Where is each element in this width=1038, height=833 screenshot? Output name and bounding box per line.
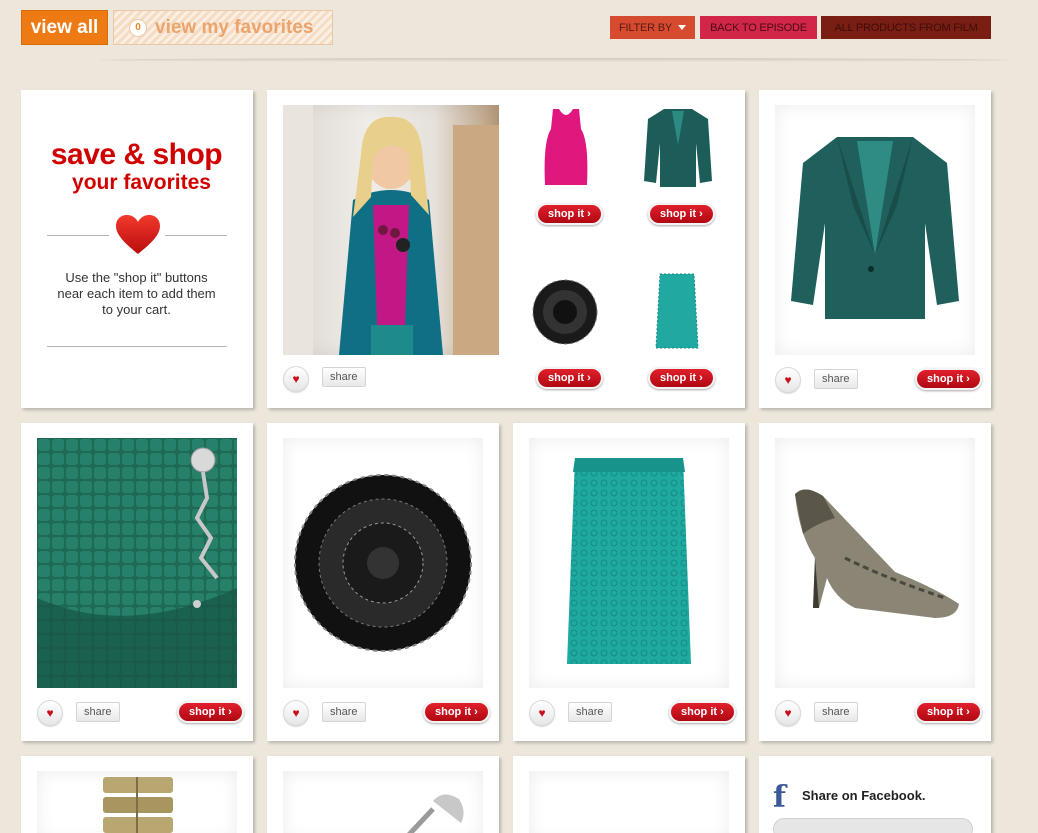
share-button[interactable]: share <box>76 702 120 722</box>
chevron-down-icon <box>678 25 686 30</box>
shop-it-button[interactable]: shop it › <box>536 203 603 225</box>
woman-outfit-image <box>283 105 499 355</box>
intro-subtitle: your favorites <box>72 171 211 194</box>
look-card: ♥ share shop it › shop it › shop it › sh… <box>267 90 745 408</box>
silver-lamp-image <box>407 794 464 833</box>
heart-icon <box>116 215 160 254</box>
gold-watch-image <box>103 777 173 833</box>
top-nav: view all 0 view my favorites FILTER BY B… <box>0 0 1038 64</box>
product-photo[interactable] <box>529 438 729 688</box>
shop-it-button[interactable]: shop it › <box>648 203 715 225</box>
facebook-share-label[interactable]: Share on Facebook. <box>802 788 926 803</box>
product-card <box>267 756 499 833</box>
view-all-button[interactable]: view all <box>21 10 108 45</box>
teal-blazer-thumb[interactable] <box>642 105 714 189</box>
shop-it-button[interactable]: shop it › <box>536 367 603 389</box>
shop-it-button[interactable]: shop it › <box>423 701 490 723</box>
black-flower-brooch-thumb[interactable] <box>529 277 601 347</box>
teal-lace-skirt-thumb[interactable] <box>652 272 702 352</box>
favorite-button[interactable]: ♥ <box>283 700 309 726</box>
filter-by-dropdown[interactable]: FILTER BY <box>610 16 695 39</box>
product-card: ♥ share shop it › <box>513 423 745 741</box>
green-croc-bag-image <box>37 438 237 688</box>
favorite-button[interactable]: ♥ <box>775 367 801 393</box>
divider-right <box>165 235 227 236</box>
product-card: ♥ share shop it › <box>21 423 253 741</box>
product-photo[interactable] <box>37 438 237 688</box>
product-photo[interactable] <box>37 771 237 833</box>
product-card <box>21 756 253 833</box>
heart-icon: ♥ <box>46 706 54 720</box>
black-flower-brooch-image <box>294 474 472 652</box>
favorite-button[interactable]: ♥ <box>283 366 309 392</box>
back-to-episode-button[interactable]: BACK TO EPISODE <box>700 16 817 39</box>
filter-by-label: FILTER BY <box>618 21 672 34</box>
product-photo[interactable] <box>529 771 729 833</box>
teal-lace-skirt-image <box>567 458 691 664</box>
product-photo[interactable] <box>283 771 483 833</box>
heart-icon: ♥ <box>292 372 300 386</box>
product-card: ♥ share shop it › <box>759 90 991 408</box>
heart-icon: ♥ <box>538 706 546 720</box>
facebook-comment-field[interactable] <box>773 818 973 833</box>
pink-tank-image[interactable] <box>539 107 593 187</box>
intro-title: save & shop <box>50 138 223 171</box>
snakeskin-pumps-image <box>795 489 959 618</box>
heart-icon: ♥ <box>292 706 300 720</box>
product-photo[interactable] <box>775 438 975 688</box>
product-card <box>513 756 745 833</box>
product-photo[interactable] <box>775 105 975 355</box>
product-card: ♥ share shop it › <box>267 423 499 741</box>
shop-it-button[interactable]: shop it › <box>915 368 982 390</box>
shop-it-button[interactable]: shop it › <box>648 367 715 389</box>
intro-instructions: Use the "shop it" buttons near each item… <box>57 270 216 317</box>
divider-left <box>47 235 109 236</box>
share-button[interactable]: share <box>322 367 366 387</box>
product-card: ♥ share shop it › <box>759 423 991 741</box>
view-favorites-button[interactable]: 0 view my favorites <box>113 10 333 45</box>
divider-bottom <box>47 346 227 347</box>
facebook-share-card: f Share on Facebook. <box>759 756 991 833</box>
shop-it-button[interactable]: shop it › <box>669 701 736 723</box>
favorite-button[interactable]: ♥ <box>529 700 555 726</box>
shop-it-button[interactable]: shop it › <box>915 701 982 723</box>
share-button[interactable]: share <box>814 702 858 722</box>
teal-blazer-image <box>791 137 959 319</box>
share-button[interactable]: share <box>322 702 366 722</box>
favorite-button[interactable]: ♥ <box>37 700 63 726</box>
view-favorites-label: view my favorites <box>155 16 314 38</box>
favorite-button[interactable]: ♥ <box>775 700 801 726</box>
share-button[interactable]: share <box>568 702 612 722</box>
product-photo[interactable] <box>283 438 483 688</box>
favorites-count-badge: 0 <box>129 18 147 37</box>
header-divider <box>100 58 1010 62</box>
intro-card: save & shop your favorites Use the "shop… <box>21 90 253 408</box>
facebook-icon[interactable]: f <box>773 780 786 815</box>
look-photo[interactable] <box>283 105 499 355</box>
share-button[interactable]: share <box>814 369 858 389</box>
all-products-button[interactable]: ALL PRODUCTS FROM FILM <box>821 16 991 39</box>
shop-it-button[interactable]: shop it › <box>177 701 244 723</box>
heart-icon: ♥ <box>784 373 792 387</box>
heart-icon: ♥ <box>784 706 792 720</box>
